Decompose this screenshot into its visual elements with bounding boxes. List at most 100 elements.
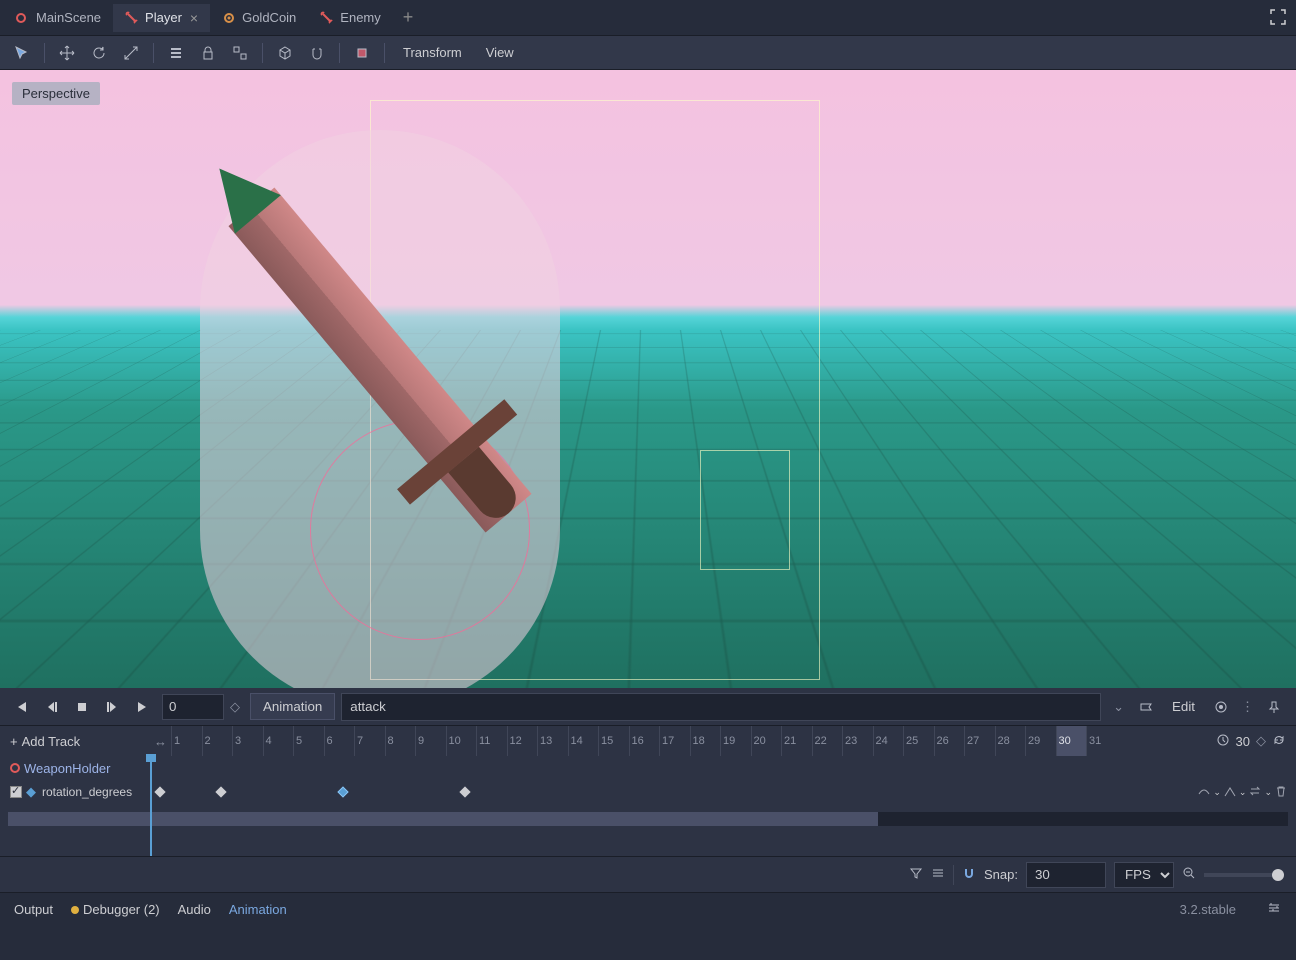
play-back-button[interactable] [8,693,36,721]
tick-14[interactable]: 14 [568,726,599,756]
frame-spinner-icon[interactable]: ◇ [230,699,240,715]
tick-3[interactable]: 3 [232,726,263,756]
output-tab[interactable]: Output [14,902,53,917]
tick-13[interactable]: 13 [537,726,568,756]
edit-button[interactable]: Edit [1162,694,1205,719]
tick-23[interactable]: 23 [842,726,873,756]
stop-button[interactable] [68,693,96,721]
cube-tool[interactable] [271,40,299,66]
tick-1[interactable]: 1 [171,726,202,756]
debugger-tab[interactable]: Debugger (2) [71,902,160,917]
3d-viewport[interactable]: Perspective [0,70,1296,688]
zoom-out-icon[interactable] [1182,866,1196,883]
bezier-icon[interactable] [931,866,945,883]
select-tool[interactable] [8,40,36,66]
lock-tool[interactable] [194,40,222,66]
tick-26[interactable]: 26 [934,726,965,756]
keyframe-lane[interactable] [150,780,1156,804]
frame-input[interactable] [162,694,224,720]
move-tool[interactable] [53,40,81,66]
chevron-down-icon[interactable]: ⌄ [1264,787,1272,798]
chevron-down-icon[interactable]: ⌄ [1213,787,1221,798]
view-menu[interactable]: View [476,41,524,64]
track-checkbox[interactable] [10,786,22,798]
snap-tool[interactable] [303,40,331,66]
pin-icon[interactable] [1260,693,1288,721]
transform-menu[interactable]: Transform [393,41,472,64]
tick-17[interactable]: 17 [659,726,690,756]
tick-11[interactable]: 11 [476,726,507,756]
tick-25[interactable]: 25 [903,726,934,756]
tick-12[interactable]: 12 [507,726,538,756]
snap-icon[interactable] [962,866,976,883]
list-tool[interactable] [162,40,190,66]
scale-tool[interactable] [117,40,145,66]
rotate-tool[interactable] [85,40,113,66]
animation-menu-button[interactable]: Animation [250,693,335,720]
tab-player[interactable]: Player × [113,4,210,32]
onion-skin-icon[interactable] [1207,693,1235,721]
tick-27[interactable]: 27 [964,726,995,756]
tick-4[interactable]: 4 [263,726,294,756]
playhead[interactable] [150,756,152,856]
filter-icon[interactable] [909,866,923,883]
perspective-badge[interactable]: Perspective [12,82,100,105]
tick-20[interactable]: 20 [751,726,782,756]
tick-7[interactable]: 7 [354,726,385,756]
tick-19[interactable]: 19 [720,726,751,756]
tick-22[interactable]: 22 [812,726,843,756]
chevron-down-icon[interactable]: ⌄ [1107,699,1130,715]
length-spinner-icon[interactable]: ◇ [1256,733,1266,749]
tick-8[interactable]: 8 [385,726,416,756]
zoom-slider[interactable] [1204,873,1284,877]
tick-6[interactable]: 6 [324,726,355,756]
delete-track-icon[interactable] [1274,784,1288,801]
tick-31[interactable]: 31 [1086,726,1117,756]
autoplay-icon[interactable] [1132,693,1160,721]
add-tab-button[interactable]: + [393,7,424,28]
tab-goldcoin[interactable]: GoldCoin [210,4,308,31]
tick-30[interactable]: 30 [1056,726,1087,756]
tab-enemy[interactable]: Enemy [308,4,392,31]
close-icon[interactable]: × [190,10,198,26]
tick-10[interactable]: 10 [446,726,477,756]
timeline-scrollbar[interactable] [8,812,1288,826]
fps-select[interactable]: FPS [1114,862,1174,888]
settings-icon[interactable] [1266,900,1282,919]
gizmo-tool[interactable] [348,40,376,66]
keyframe[interactable] [215,786,226,797]
tick-16[interactable]: 16 [629,726,660,756]
tick-21[interactable]: 21 [781,726,812,756]
resize-icon[interactable]: ↔ [150,734,171,749]
tick-18[interactable]: 18 [690,726,721,756]
tab-mainscene[interactable]: MainScene [4,4,113,31]
group-tool[interactable] [226,40,254,66]
audio-tab[interactable]: Audio [178,902,211,917]
animation-name-input[interactable] [341,693,1101,721]
timeline-ruler[interactable]: 1234567891011121314151617181920212223242… [171,726,1156,756]
keyframe[interactable] [337,786,348,797]
loop-mode-icon[interactable] [1248,784,1262,801]
wrap-mode-icon[interactable] [1223,784,1237,801]
tick-9[interactable]: 9 [415,726,446,756]
play-button[interactable] [128,693,156,721]
tick-2[interactable]: 2 [202,726,233,756]
chevron-down-icon[interactable]: ⌄ [1239,787,1247,798]
loop-icon[interactable] [1272,733,1286,750]
interp-mode-icon[interactable] [1197,784,1211,801]
step-forward-button[interactable] [98,693,126,721]
keyframe[interactable] [459,786,470,797]
add-track-button[interactable]: + Add Track [0,734,150,749]
tick-29[interactable]: 29 [1025,726,1056,756]
tick-5[interactable]: 5 [293,726,324,756]
tick-28[interactable]: 28 [995,726,1026,756]
animation-tab[interactable]: Animation [229,902,287,917]
fullscreen-icon[interactable] [1270,9,1286,25]
kebab-icon[interactable]: ⋮ [1237,699,1258,715]
snap-input[interactable] [1026,862,1106,888]
tick-15[interactable]: 15 [598,726,629,756]
step-back-button[interactable] [38,693,66,721]
tick-24[interactable]: 24 [873,726,904,756]
track-property-row[interactable]: ◆ rotation_degrees ⌄ ⌄ ⌄ [0,780,1296,804]
track-node-row[interactable]: WeaponHolder [0,756,1296,780]
